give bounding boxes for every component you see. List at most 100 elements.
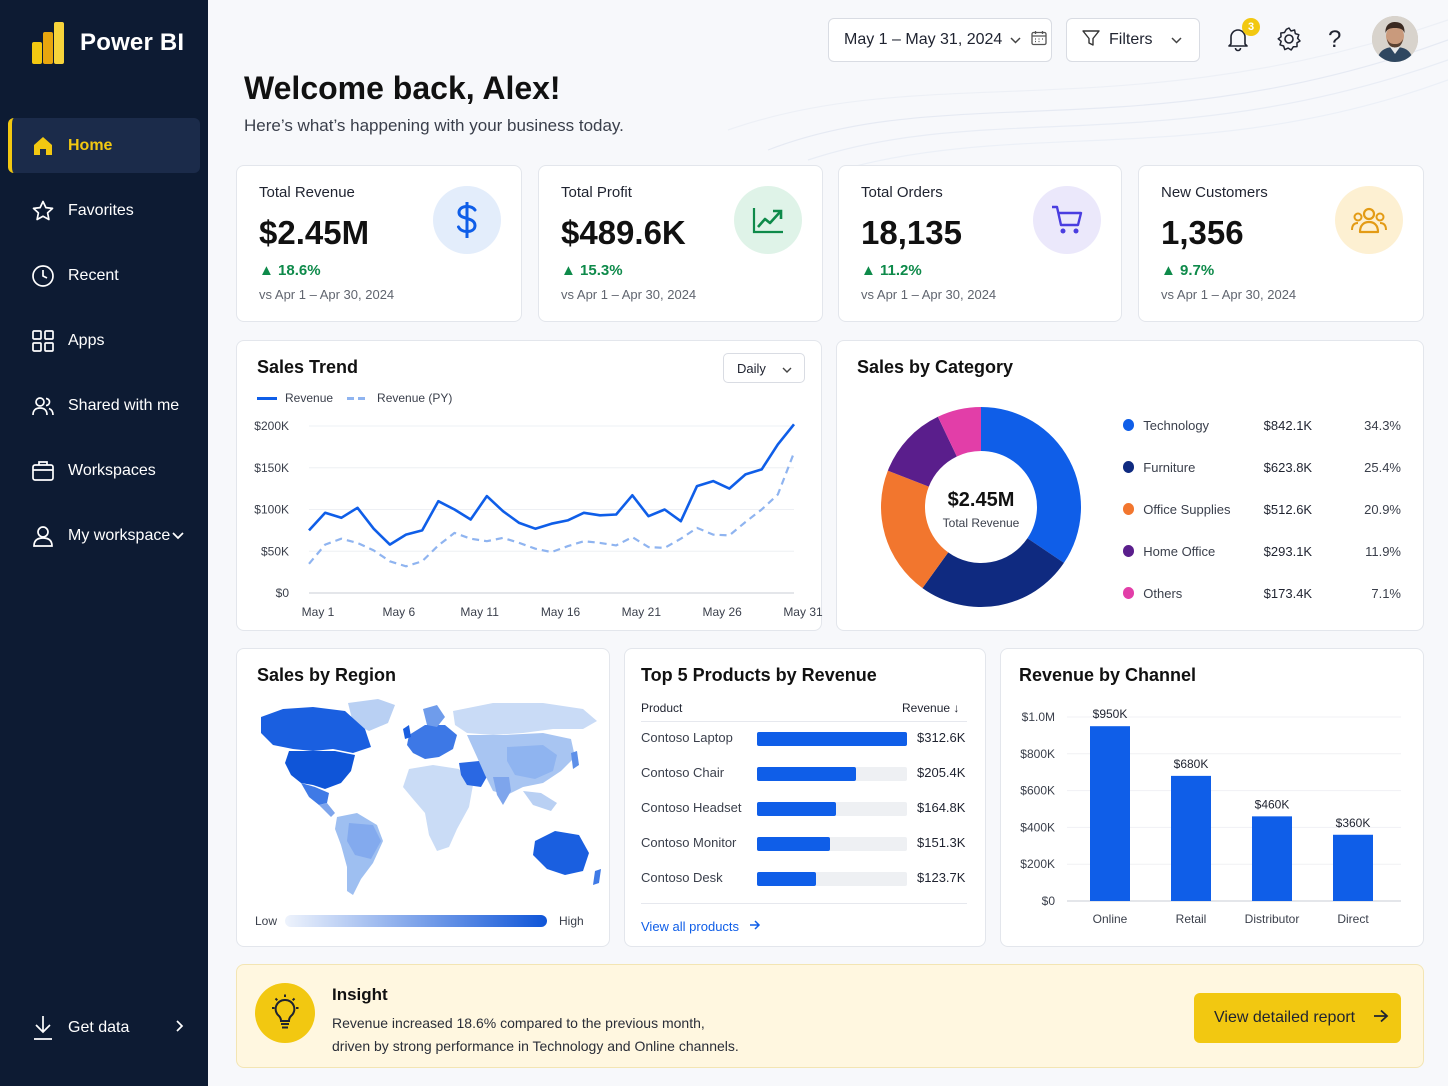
product-row[interactable]: Contoso Laptop $312.6K — [641, 728, 971, 748]
channel-data-label: $360K — [1336, 816, 1371, 830]
nav-item-shared[interactable]: Shared with me — [8, 378, 200, 433]
category-legend-row[interactable]: Others $173.4K 7.1% — [1123, 583, 1401, 603]
map-region-russia — [453, 703, 597, 735]
product-bar — [757, 732, 907, 746]
trend-x-tick-label: May 6 — [382, 605, 415, 619]
date-range-label: May 1 – May 31, 2024 — [844, 31, 1003, 48]
category-percent: 20.9% — [1364, 501, 1401, 517]
product-row[interactable]: Contoso Headset $164.8K — [641, 798, 971, 818]
nav-label-favorites: Favorites — [68, 201, 134, 219]
nav-label-my-workspace: My workspace — [68, 526, 171, 544]
trend-series-line-revenue[interactable] — [308, 423, 796, 546]
kpi-value: $489.6K — [561, 214, 686, 251]
world-map[interactable] — [253, 695, 603, 905]
kpi-card-total-revenue[interactable]: Total Revenue $2.45M ▲ 18.6% vs Apr 1 – … — [236, 165, 522, 322]
map-region-australia — [533, 831, 589, 875]
product-row[interactable]: Contoso Desk $123.7K — [641, 868, 971, 888]
chevron-down-icon — [172, 527, 184, 545]
nav-label-home: Home — [68, 136, 113, 154]
map-region-uk — [403, 725, 411, 739]
nav-item-home[interactable]: Home — [8, 118, 200, 173]
footer-divider — [641, 903, 967, 904]
trend-x-tick-label: May 16 — [541, 605, 581, 619]
insight-text: Revenue increased 18.6% compared to the … — [332, 1012, 739, 1058]
donut-center-label: Total Revenue — [942, 516, 1020, 530]
help-button[interactable]: ? — [1328, 26, 1341, 54]
scale-low-label: Low — [255, 914, 278, 928]
top-toolbar: May 1 – May 31, 2024 Filters 3 ? — [828, 16, 1448, 62]
kpi-comparison: vs Apr 1 – Apr 30, 2024 — [861, 287, 997, 302]
filters-label: Filters — [1109, 31, 1153, 48]
channel-x-tick-label: Direct — [1337, 912, 1369, 926]
product-row[interactable]: Contoso Chair $205.4K — [641, 763, 971, 783]
sales-by-region-card: Sales by Region Low High — [236, 648, 610, 947]
category-name: Office Supplies — [1143, 501, 1231, 517]
nav-item-workspaces[interactable]: Workspaces — [8, 443, 200, 498]
notifications-button[interactable]: 3 — [1226, 18, 1260, 56]
kpi-card-total-profit[interactable]: Total Profit $489.6K ▲ 15.3% vs Apr 1 – … — [538, 165, 823, 322]
view-detailed-report-button[interactable]: View detailed report — [1194, 993, 1401, 1043]
power-bi-logo-icon — [32, 22, 64, 64]
channel-y-tick-label: $1.0M — [1022, 710, 1055, 724]
product-row[interactable]: Contoso Monitor $151.3K — [641, 833, 971, 853]
download-icon — [30, 1015, 56, 1041]
channel-bar-online[interactable] — [1090, 726, 1130, 901]
get-data-label: Get data — [68, 1018, 130, 1036]
nav-menu: Home Favorites Recent Apps Shared with m… — [8, 118, 200, 573]
category-legend-row[interactable]: Home Office $293.1K 11.9% — [1123, 541, 1401, 561]
category-value: $623.8K — [1263, 459, 1313, 475]
nav-item-favorites[interactable]: Favorites — [8, 183, 200, 238]
category-legend-row[interactable]: Office Supplies $512.6K 20.9% — [1123, 499, 1401, 519]
notification-badge: 3 — [1242, 18, 1260, 36]
filters-button[interactable]: Filters — [1066, 18, 1200, 62]
trend-y-tick-label: $0 — [276, 586, 290, 600]
power-bi-logo[interactable]: Power BI — [32, 22, 184, 64]
column-header-revenue[interactable]: Revenue ↓ — [902, 701, 959, 715]
category-value: $173.4K — [1263, 585, 1313, 601]
view-detailed-report-label: View detailed report — [1214, 1009, 1356, 1026]
channel-y-tick-label: $400K — [1020, 820, 1055, 834]
lightbulb-icon — [255, 983, 315, 1043]
kpi-card-total-orders[interactable]: Total Orders 18,135 ▲ 11.2% vs Apr 1 – A… — [838, 165, 1122, 322]
product-bar-track — [757, 767, 907, 781]
nav-item-apps[interactable]: Apps — [8, 313, 200, 368]
category-name: Home Office — [1143, 543, 1216, 559]
top-products-card: Top 5 Products by Revenue Product Revenu… — [624, 648, 986, 947]
kpi-card-new-customers[interactable]: New Customers 1,356 ▲ 9.7% vs Apr 1 – Ap… — [1138, 165, 1424, 322]
channel-x-tick-label: Distributor — [1245, 912, 1300, 926]
help-icon: ? — [1328, 26, 1342, 53]
donut-slice-furniture[interactable] — [922, 538, 1064, 607]
channel-x-tick-label: Online — [1093, 912, 1128, 926]
settings-button[interactable] — [1276, 26, 1302, 57]
get-data-button[interactable]: Get data — [8, 1000, 200, 1055]
nav-item-recent[interactable]: Recent — [8, 248, 200, 303]
customers-icon — [1335, 186, 1403, 254]
category-name: Technology — [1143, 417, 1210, 433]
channel-data-label: $950K — [1093, 707, 1128, 721]
donut-slice-technology[interactable] — [981, 407, 1081, 563]
product-revenue: $151.3K — [917, 835, 966, 850]
map-region-africa — [403, 765, 473, 851]
kpi-change: ▲ 18.6% — [259, 262, 321, 279]
bell-icon — [1226, 29, 1250, 56]
channel-bar-retail[interactable] — [1171, 775, 1211, 901]
sidebar: Power BI Home Favorites Recent Apps Shar… — [0, 0, 208, 1086]
view-all-products-label: View all products — [641, 919, 740, 934]
channel-bar-distributor[interactable] — [1252, 816, 1292, 901]
category-value: $293.1K — [1263, 543, 1313, 559]
category-legend-row[interactable]: Furniture $623.8K 25.4% — [1123, 457, 1401, 477]
nav-item-my-workspace[interactable]: My workspace — [8, 508, 200, 563]
insight-line-2: driven by strong performance in Technolo… — [332, 1038, 739, 1054]
nav-label-workspaces: Workspaces — [68, 461, 156, 479]
product-bar — [757, 837, 830, 851]
channel-bar-direct[interactable] — [1333, 834, 1373, 901]
app-name: Power BI — [80, 29, 185, 56]
trend-x-tick-label: May 21 — [622, 605, 662, 619]
category-legend-row[interactable]: Technology $842.1K 34.3% — [1123, 415, 1401, 435]
gear-icon — [1276, 27, 1302, 56]
view-all-products-link[interactable]: View all products — [641, 919, 761, 934]
user-avatar[interactable] — [1372, 16, 1418, 62]
scale-high-label: High — [559, 914, 584, 928]
trend-x-tick-label: May 1 — [302, 605, 335, 619]
date-range-picker[interactable]: May 1 – May 31, 2024 — [828, 18, 1052, 62]
